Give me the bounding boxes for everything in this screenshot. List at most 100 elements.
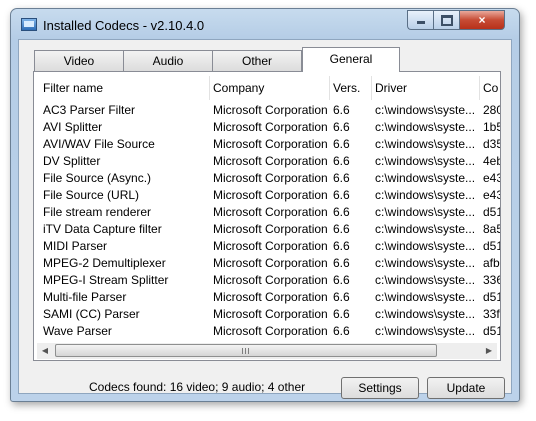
driver-cell: c:\windows\syste...	[375, 307, 476, 321]
driver-cell: c:\windows\syste...	[375, 137, 476, 151]
version-cell: 6.6	[333, 171, 350, 185]
version-cell: 6.6	[333, 154, 350, 168]
driver-cell: c:\windows\syste...	[375, 239, 476, 253]
version-cell: 6.6	[333, 256, 350, 270]
version-cell: 6.6	[333, 239, 350, 253]
co-cell: 8a5	[483, 222, 500, 236]
filter-name-cell: SAMI (CC) Parser	[43, 307, 140, 321]
co-cell: d51	[483, 324, 500, 338]
table-row[interactable]: iTV Data Capture filter Microsoft Corpora…	[40, 221, 500, 238]
driver-cell: c:\windows\syste...	[375, 120, 476, 134]
table-row[interactable]: File Source (URL) Microsoft Corporation 6.…	[40, 187, 500, 204]
co-cell: e43	[483, 171, 500, 185]
company-cell: Microsoft Corporation	[213, 273, 328, 287]
company-cell: Microsoft Corporation	[213, 307, 328, 321]
column-header-version[interactable]: Vers.	[330, 76, 372, 100]
tab-other[interactable]: Other	[212, 50, 302, 71]
version-cell: 6.6	[333, 273, 350, 287]
column-header-company[interactable]: Company	[210, 76, 330, 100]
co-cell: 4eb	[483, 154, 500, 168]
tab-label: Video	[63, 54, 95, 68]
codec-list: AC3 Parser Filter Microsoft Corporation 6.…	[40, 102, 500, 340]
table-row[interactable]: AVI Splitter Microsoft Corporation 6.6 c:\w…	[40, 119, 500, 136]
filter-name-cell: MIDI Parser	[43, 239, 108, 253]
table-row[interactable]: MPEG-I Stream Splitter Microsoft Corporat…	[40, 272, 500, 289]
driver-cell: c:\windows\syste...	[375, 171, 476, 185]
filter-name-cell: AC3 Parser Filter	[43, 103, 136, 117]
update-button[interactable]: Update	[427, 377, 505, 399]
company-cell: Microsoft Corporation	[213, 103, 328, 117]
driver-cell: c:\windows\syste...	[375, 205, 476, 219]
filter-name-cell: DV Splitter	[43, 154, 101, 168]
table-row[interactable]: MIDI Parser Microsoft Corporation 6.6 c:\wi…	[40, 238, 500, 255]
company-cell: Microsoft Corporation	[213, 239, 328, 253]
co-cell: 336	[483, 273, 500, 287]
tab-general[interactable]: General	[302, 47, 400, 72]
filter-name-cell: Multi-file Parser	[43, 290, 127, 304]
table-row[interactable]: File stream renderer Microsoft Corporatio…	[40, 204, 500, 221]
table-row[interactable]: File Source (Async.) Microsoft Corporatio…	[40, 170, 500, 187]
maximize-icon	[440, 15, 453, 26]
company-cell: Microsoft Corporation	[213, 120, 328, 134]
horizontal-scrollbar[interactable]: ◀ ▶	[37, 343, 497, 359]
column-header-filter-name[interactable]: Filter name	[40, 76, 210, 100]
driver-cell: c:\windows\syste...	[375, 273, 476, 287]
app-window: Installed Codecs - v2.10.4.0 × Video Aud…	[10, 8, 520, 402]
grip-icon	[242, 348, 250, 354]
minimize-button[interactable]	[407, 10, 433, 30]
co-cell: 280	[483, 103, 500, 117]
filter-name-cell: File Source (Async.)	[43, 171, 152, 185]
driver-cell: c:\windows\syste...	[375, 103, 476, 117]
table-row[interactable]: Wave Parser Microsoft Corporation 6.6 c:\wi…	[40, 323, 500, 340]
driver-cell: c:\windows\syste...	[375, 222, 476, 236]
codecs-found-status: Codecs found: 16 video; 9 audio; 4 other	[89, 380, 306, 394]
tab-video[interactable]: Video	[34, 50, 124, 71]
co-cell: 33f	[483, 307, 500, 321]
filter-name-cell: MPEG-I Stream Splitter	[43, 273, 169, 287]
app-icon	[21, 18, 37, 31]
list-header: Filter name Company Vers. Driver Co	[40, 76, 500, 100]
table-row[interactable]: SAMI (CC) Parser Microsoft Corporation 6.6…	[40, 306, 500, 323]
scroll-right-arrow-icon[interactable]: ▶	[481, 343, 497, 359]
tab-label: General	[329, 52, 373, 66]
filter-name-cell: iTV Data Capture filter	[43, 222, 162, 236]
minimize-icon	[416, 21, 425, 24]
version-cell: 6.6	[333, 324, 350, 338]
table-row[interactable]: MPEG-2 Demultiplexer Microsoft Corporatio…	[40, 255, 500, 272]
codec-list-panel: Filter name Company Vers. Driver Co AC3 …	[33, 71, 501, 361]
version-cell: 6.6	[333, 137, 350, 151]
filter-name-cell: AVI/WAV File Source	[43, 137, 155, 151]
company-cell: Microsoft Corporation	[213, 324, 328, 338]
table-row[interactable]: Multi-file Parser Microsoft Corporation 6.…	[40, 289, 500, 306]
filter-name-cell: File stream renderer	[43, 205, 152, 219]
table-row[interactable]: AC3 Parser Filter Microsoft Corporation 6.…	[40, 102, 500, 119]
driver-cell: c:\windows\syste...	[375, 154, 476, 168]
driver-cell: c:\windows\syste...	[375, 290, 476, 304]
table-row[interactable]: AVI/WAV File Source Microsoft Corporation…	[40, 136, 500, 153]
title-bar[interactable]: Installed Codecs - v2.10.4.0 ×	[11, 9, 519, 39]
scroll-left-arrow-icon[interactable]: ◀	[37, 343, 53, 359]
filter-name-cell: File Source (URL)	[43, 188, 140, 202]
maximize-button[interactable]	[433, 10, 459, 30]
table-row[interactable]: DV Splitter Microsoft Corporation 6.6 c:\wi…	[40, 153, 500, 170]
company-cell: Microsoft Corporation	[213, 154, 328, 168]
version-cell: 6.6	[333, 205, 350, 219]
company-cell: Microsoft Corporation	[213, 222, 328, 236]
company-cell: Microsoft Corporation	[213, 205, 328, 219]
tab-label: Audio	[152, 54, 184, 68]
version-cell: 6.6	[333, 307, 350, 321]
co-cell: d51	[483, 205, 500, 219]
close-button[interactable]: ×	[459, 10, 505, 30]
column-header-driver[interactable]: Driver	[372, 76, 480, 100]
co-cell: d35	[483, 137, 500, 151]
tab-label: Other	[241, 54, 272, 68]
window-title: Installed Codecs - v2.10.4.0	[43, 18, 205, 33]
settings-button[interactable]: Settings	[341, 377, 419, 399]
company-cell: Microsoft Corporation	[213, 256, 328, 270]
filter-name-cell: Wave Parser	[43, 324, 112, 338]
version-cell: 6.6	[333, 120, 350, 134]
co-cell: afb	[483, 256, 500, 270]
column-header-co[interactable]: Co	[480, 76, 500, 100]
scrollbar-thumb[interactable]	[55, 344, 437, 357]
tab-audio[interactable]: Audio	[123, 50, 213, 71]
